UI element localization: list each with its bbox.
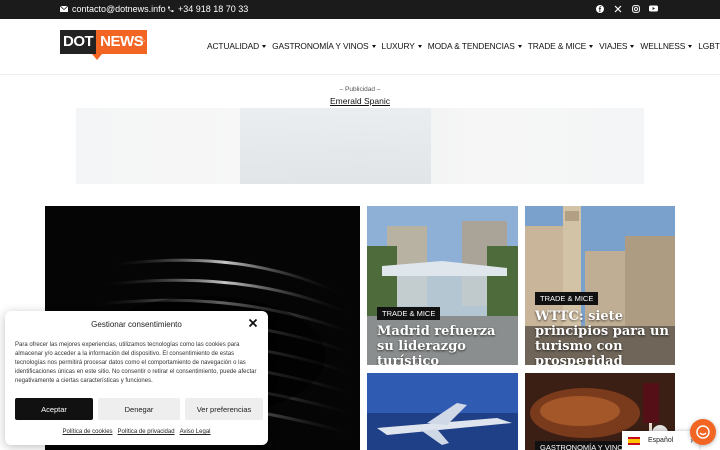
- nav-item-gastronomia[interactable]: GASTRONOMÍA Y VINOS: [272, 41, 376, 51]
- main-nav: ACTUALIDAD GASTRONOMÍA Y VINOS LUXURY MO…: [207, 41, 720, 51]
- facebook-icon[interactable]: [595, 4, 604, 13]
- chat-icon: [696, 425, 710, 439]
- contact-phone[interactable]: +34 918 18 70 33: [167, 4, 248, 14]
- ad-link[interactable]: Emerald Spanic: [0, 96, 720, 106]
- category-badge[interactable]: GASTRONOMÍA Y VINOS: [535, 441, 634, 450]
- social-links: [595, 4, 658, 13]
- nav-item-actualidad[interactable]: ACTUALIDAD: [207, 41, 267, 51]
- language-selector[interactable]: Español ›: [622, 431, 699, 450]
- logo-dot: DOT: [60, 30, 97, 54]
- category-badge[interactable]: TRADE & MICE: [535, 292, 599, 305]
- nav-label: TRADE & MICE: [527, 41, 587, 51]
- top-bar: contacto@dotnews.info +34 918 18 70 33: [0, 0, 720, 19]
- cookie-consent-dialog: Gestionar consentimiento Para ofrecer la…: [5, 311, 268, 445]
- nav-label: WELLNESS: [640, 41, 686, 51]
- privacy-policy-link[interactable]: Política de privacidad: [118, 429, 175, 435]
- article-card[interactable]: TRADE & MICE Madrid refuerza su liderazg…: [367, 206, 518, 365]
- contact-email-text: contacto@dotnews.info: [72, 4, 166, 14]
- article-title[interactable]: Madrid refuerza su liderazgo turístico: [377, 324, 512, 365]
- spain-flag-icon: [628, 436, 640, 445]
- nav-label: VIAJES: [599, 41, 628, 51]
- article-title[interactable]: WTTC: siete principios para un turismo c…: [535, 309, 670, 365]
- chat-button[interactable]: [690, 419, 716, 445]
- nav-label: GASTRONOMÍA Y VINOS: [272, 41, 369, 51]
- nav-label: LUXURY: [381, 41, 415, 51]
- instagram-icon[interactable]: [631, 4, 640, 13]
- logo-info: INFO: [136, 38, 145, 43]
- logo-tail: [92, 54, 102, 60]
- chevron-down-icon: [417, 44, 422, 48]
- consent-links: Política de cookies Política de privacid…: [5, 429, 268, 435]
- close-icon[interactable]: [248, 318, 258, 328]
- logo-news: NEWS INFO: [96, 30, 148, 54]
- chevron-down-icon: [688, 44, 693, 48]
- contact-phone-text: +34 918 18 70 33: [178, 4, 249, 14]
- chevron-down-icon: [262, 44, 267, 48]
- x-icon[interactable]: [613, 4, 622, 13]
- nav-label: MODA & TENDENCIAS: [427, 41, 515, 51]
- nav-label: ACTUALIDAD: [207, 41, 260, 51]
- chevron-down-icon: [371, 44, 376, 48]
- chevron-down-icon: [589, 44, 594, 48]
- legal-notice-link[interactable]: Aviso Legal: [180, 429, 211, 435]
- ad-label: – Publicidad –: [339, 86, 381, 93]
- article-card[interactable]: TRADE & MICE WTTC: siete principios para…: [525, 206, 675, 365]
- nav-item-luxury[interactable]: LUXURY: [382, 41, 422, 51]
- site-header: DOT NEWS INFO ACTUALIDAD GASTRONOMÍA Y VI…: [0, 19, 720, 75]
- nav-item-trade[interactable]: TRADE & MICE: [527, 41, 594, 51]
- contact-email[interactable]: contacto@dotnews.info: [60, 4, 166, 14]
- accept-button[interactable]: Aceptar: [15, 398, 93, 420]
- nav-label: LGBT: [698, 41, 720, 51]
- cookie-policy-link[interactable]: Política de cookies: [63, 429, 113, 435]
- chevron-down-icon: [630, 44, 635, 48]
- deny-button[interactable]: Denegar: [98, 398, 180, 420]
- nav-item-wellness[interactable]: WELLNESS: [640, 41, 693, 51]
- language-label: Español: [648, 437, 674, 444]
- envelope-icon: [60, 6, 68, 12]
- nav-item-moda[interactable]: MODA & TENDENCIAS: [428, 41, 522, 51]
- site-logo[interactable]: DOT NEWS INFO: [60, 30, 148, 54]
- chevron-down-icon: [517, 44, 522, 48]
- article-card[interactable]: [367, 373, 518, 450]
- article-image: [367, 373, 518, 450]
- phone-icon: [168, 6, 174, 12]
- ad-banner-image[interactable]: [240, 108, 431, 184]
- consent-title: Gestionar consentimiento: [91, 320, 182, 329]
- youtube-icon[interactable]: [649, 4, 658, 13]
- nav-item-lgbt[interactable]: LGBT: [698, 41, 720, 51]
- preferences-button[interactable]: Ver preferencias: [185, 398, 263, 420]
- nav-item-viajes[interactable]: VIAJES: [599, 41, 635, 51]
- category-badge[interactable]: TRADE & MICE: [377, 307, 441, 320]
- consent-text: Para ofrecer las mejores experiencias, u…: [15, 342, 257, 384]
